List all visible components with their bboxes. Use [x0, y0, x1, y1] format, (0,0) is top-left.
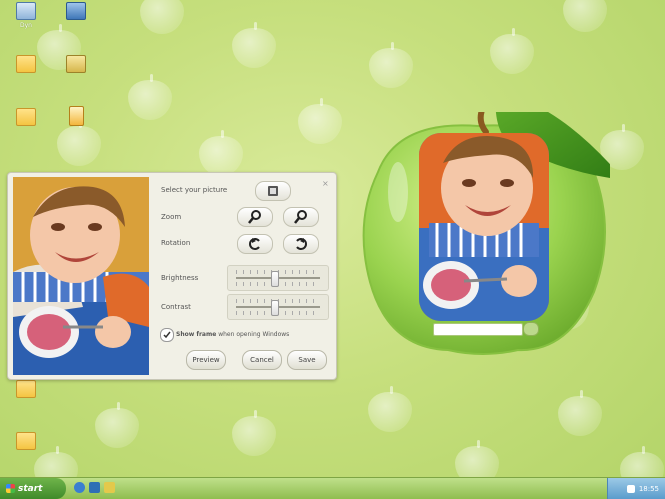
ie-quicklaunch-icon[interactable] [74, 482, 85, 493]
rotate-left-button[interactable] [237, 234, 273, 254]
wallpaper-apple [558, 390, 602, 436]
wallpaper-apple [128, 74, 172, 120]
desktop-icon-document[interactable] [50, 106, 102, 128]
contrast-label: Contrast [161, 303, 191, 311]
show-frame-suffix: when opening Windows [218, 331, 290, 338]
picture-select-icon [268, 186, 278, 196]
wallpaper-apple [298, 98, 342, 144]
cancel-button[interactable]: Cancel [242, 350, 282, 370]
tray-icon[interactable] [626, 484, 635, 493]
rotate-right-icon [296, 238, 307, 250]
network-icon [66, 2, 86, 20]
checkmark-icon [163, 331, 171, 339]
clock: 18:55 [638, 484, 659, 493]
wallpaper-apple [232, 22, 276, 68]
frame-settings-dialog: Select your picture × Zoom Rotation Brig… [7, 172, 337, 380]
show-frame-label: Show frame [176, 331, 217, 338]
zoom-in-button[interactable] [237, 207, 273, 227]
brightness-label: Brightness [161, 274, 199, 282]
desktop-icon-folder-2[interactable] [0, 108, 52, 128]
wallpaper-apple [199, 130, 243, 176]
folder-icon [16, 108, 36, 126]
internet-explorer-icon [66, 55, 86, 73]
contrast-slider-thumb[interactable] [271, 300, 280, 316]
show-frame-text: Show frame when opening Windows [176, 331, 289, 338]
show-frame-checkbox[interactable] [160, 328, 174, 342]
document-icon [68, 106, 84, 126]
contrast-slider[interactable] [227, 294, 329, 320]
zoom-label: Zoom [161, 213, 182, 221]
child-photo [419, 133, 549, 321]
rotate-right-button[interactable] [283, 234, 319, 254]
desktop-quicklaunch-icon[interactable] [104, 482, 115, 493]
preview-button[interactable]: Preview [186, 350, 226, 370]
child-photo [13, 177, 149, 375]
apple-frame-input[interactable] [433, 323, 523, 336]
wallpaper-apple [140, 0, 184, 34]
system-tray: 18:55 [607, 478, 665, 499]
start-button[interactable]: start [0, 478, 66, 499]
wallpaper-apple [232, 410, 276, 456]
wallpaper-apple [57, 120, 101, 166]
select-picture-label: Select your picture [161, 186, 228, 194]
rotate-left-icon [249, 238, 260, 250]
wallpaper-apple [95, 402, 139, 448]
brightness-slider-thumb[interactable] [271, 271, 280, 287]
windows-logo-icon [6, 484, 15, 493]
folder-icon [16, 432, 36, 450]
taskbar: start 18:55 [0, 477, 665, 499]
zoom-out-icon [294, 210, 307, 224]
apple-frame-go-button[interactable] [523, 322, 539, 336]
rotation-label: Rotation [161, 239, 191, 247]
wallpaper-apple [368, 386, 412, 432]
desktop-icon-network[interactable] [50, 2, 102, 22]
media-quicklaunch-icon[interactable] [89, 482, 100, 493]
folder-icon [16, 55, 36, 73]
folder-icon [16, 380, 36, 398]
quick-launch [74, 482, 115, 493]
wallpaper-apple [563, 0, 607, 32]
start-label: start [18, 483, 43, 494]
select-picture-button[interactable] [255, 181, 291, 201]
desktop-icon-folder-4[interactable] [0, 432, 52, 452]
desktop-icon-ie[interactable] [50, 55, 102, 75]
wallpaper-apple [490, 28, 534, 74]
desktop-icon-label: Dyn [20, 22, 32, 29]
wallpaper-apple [369, 42, 413, 88]
desktop-icon-folder-3[interactable] [0, 380, 52, 400]
save-button[interactable]: Save [287, 350, 327, 370]
zoom-in-icon [248, 210, 261, 224]
desktop-icon-folder-1[interactable] [0, 55, 52, 75]
desktop-icon-my-computer[interactable]: Dyn [0, 2, 52, 29]
zoom-out-button[interactable] [283, 207, 319, 227]
dialog-close-button[interactable]: × [322, 179, 329, 188]
brightness-slider[interactable] [227, 265, 329, 291]
picture-preview [13, 177, 149, 375]
computer-icon [16, 2, 36, 20]
apple-frame-photo [419, 133, 549, 321]
